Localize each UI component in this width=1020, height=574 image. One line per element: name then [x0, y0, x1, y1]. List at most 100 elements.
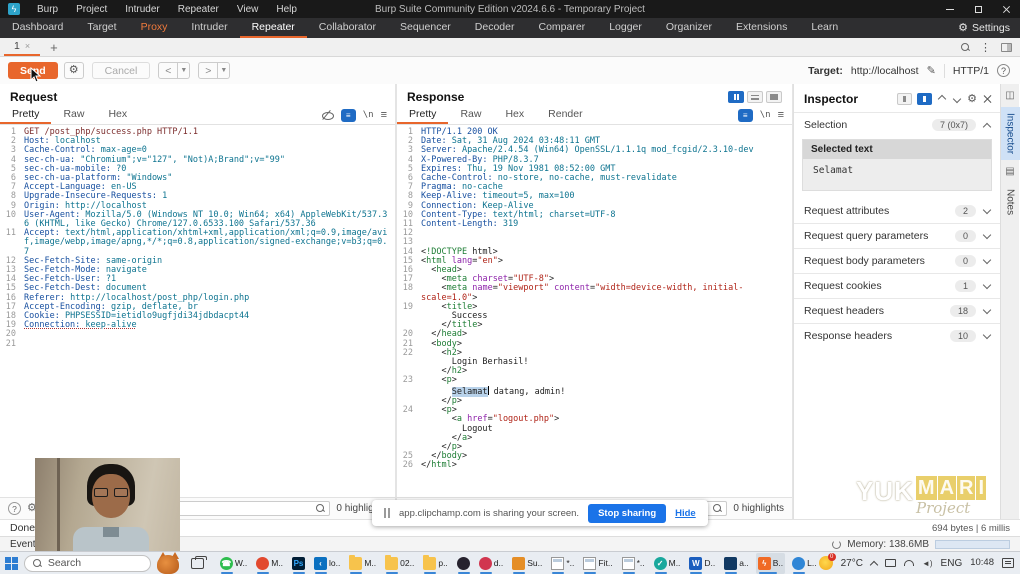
inspector-close-icon[interactable] [982, 94, 992, 104]
taskbar-item-folder-p[interactable]: p.. [421, 553, 449, 574]
rows-layout-icon[interactable] [747, 91, 763, 103]
wifi-icon[interactable] [903, 560, 914, 566]
search-help-icon[interactable]: ? [8, 502, 21, 515]
newline-toggle-icon[interactable]: \n [363, 110, 374, 120]
hide-share-bar-link[interactable]: Hide [675, 508, 696, 519]
response-tab-render[interactable]: Render [536, 106, 594, 124]
tab-target[interactable]: Target [75, 18, 128, 38]
search-icon[interactable] [961, 42, 970, 52]
response-tab-pretty[interactable]: Pretty [397, 106, 449, 124]
minimize-icon[interactable] [936, 0, 964, 18]
stop-sharing-button[interactable]: Stop sharing [588, 503, 667, 523]
tab-collaborator[interactable]: Collaborator [307, 18, 388, 38]
hide-non-printable-icon[interactable] [321, 111, 334, 120]
menu-burp[interactable]: Burp [28, 4, 67, 15]
taskbar-item-mail-app[interactable]: M.. [254, 553, 285, 574]
taskbar-item-burp[interactable]: ϟ B.. [755, 552, 786, 574]
more-options-icon[interactable]: ⋮ [980, 41, 991, 54]
back-dropdown-icon[interactable]: ▼ [178, 62, 191, 79]
inspector-section-request-query-parameters[interactable]: Request query parameters 0 [794, 223, 1000, 248]
side-tab-notes[interactable]: Notes [1001, 183, 1020, 221]
taskbar-item-blue-circle-app[interactable]: L.. [790, 553, 818, 574]
tab-extensions[interactable]: Extensions [724, 18, 799, 38]
send-settings-gear-icon[interactable]: ⚙ [63, 62, 84, 79]
tray-expand-chevron-icon[interactable] [869, 560, 879, 569]
inspector-settings-gear-icon[interactable]: ⚙ [967, 93, 977, 105]
newline-toggle-icon[interactable]: \n [760, 110, 771, 120]
notification-center-icon[interactable] [1002, 558, 1014, 568]
taskbar-item-folder-02[interactable]: 02.. [383, 553, 416, 574]
tab-organizer[interactable]: Organizer [654, 18, 724, 38]
side-tab-inspector[interactable]: Inspector [1000, 107, 1020, 161]
tab-learn[interactable]: Learn [799, 18, 850, 38]
taskbar-item-window-doc-fit[interactable]: Fit.. [581, 553, 614, 574]
inspector-section-request-cookies[interactable]: Request cookies 1 [794, 273, 1000, 298]
collapse-all-icon[interactable] [952, 94, 962, 104]
tab-comparer[interactable]: Comparer [527, 18, 598, 38]
response-editor[interactable]: 1 HTTP/1.1 200 OK 2 Date: Sat, 31 Aug 2024 … [397, 125, 792, 497]
forward-arrow-icon[interactable]: > [198, 62, 219, 79]
clock[interactable]: 10:48 [970, 558, 994, 568]
forward-dropdown-icon[interactable]: ▼ [218, 62, 231, 79]
inspector-section-request-body-parameters[interactable]: Request body parameters 0 [794, 248, 1000, 273]
dock-panel-icon[interactable] [1001, 42, 1012, 52]
cancel-button[interactable]: Cancel [91, 62, 151, 79]
inspector-layout-icon[interactable] [897, 93, 913, 105]
back-arrow-icon[interactable]: < [158, 62, 179, 79]
close-tab-icon[interactable]: × [25, 41, 30, 51]
columns-layout-icon[interactable] [728, 91, 744, 103]
menu-project[interactable]: Project [67, 4, 116, 15]
request-tab-hex[interactable]: Hex [96, 106, 139, 124]
device-icon[interactable] [884, 559, 896, 567]
editor-menu-icon[interactable]: ≡ [381, 109, 387, 121]
history-forward-control[interactable]: > ▼ [198, 62, 231, 79]
add-tab-button[interactable]: + [40, 38, 68, 56]
http-version-selector[interactable]: HTTP/1 [953, 65, 989, 77]
tab-repeater[interactable]: Repeater [239, 18, 307, 38]
taskbar-item-photoshop[interactable]: Ps [290, 553, 307, 574]
expand-all-icon[interactable] [937, 94, 947, 104]
taskbar-item-window-doc-2[interactable]: *.. [620, 553, 647, 574]
tab-intruder[interactable]: Intruder [179, 18, 239, 38]
single-pane-layout-icon[interactable] [766, 91, 782, 103]
taskbar-item-vscode[interactable]: ‹ lo.. [312, 553, 342, 574]
soft-wrap-icon[interactable]: ≡ [340, 108, 356, 122]
inspector-layout-active-icon[interactable] [917, 93, 933, 105]
tab-dashboard[interactable]: Dashboard [0, 18, 75, 38]
task-view-icon[interactable] [190, 555, 207, 569]
menu-view[interactable]: View [228, 4, 268, 15]
volume-icon[interactable]: ◄) [922, 559, 933, 568]
menu-help[interactable]: Help [267, 4, 306, 15]
weather-temp[interactable]: 27°C [841, 558, 863, 569]
tab-proxy[interactable]: Proxy [129, 18, 180, 38]
tab-decoder[interactable]: Decoder [463, 18, 527, 38]
tab-sequencer[interactable]: Sequencer [388, 18, 463, 38]
taskbar-search-box[interactable]: Search [23, 554, 152, 572]
history-back-control[interactable]: < ▼ [158, 62, 191, 79]
request-tab-raw[interactable]: Raw [51, 106, 96, 124]
tab-logger[interactable]: Logger [597, 18, 654, 38]
taskbar-item-word[interactable]: W D.. [687, 553, 717, 574]
request-editor[interactable]: 1 GET /post_php/success.php HTTP/1.1 2 Host… [0, 125, 395, 497]
taskbar-item-check-app[interactable]: ✓ M.. [652, 553, 683, 574]
editor-menu-icon[interactable]: ≡ [778, 109, 784, 121]
refresh-icon[interactable] [832, 539, 842, 549]
edit-target-pencil-icon[interactable]: ✎ [927, 64, 936, 77]
taskbar-item-whatsapp[interactable]: ☎ W.. [218, 553, 249, 574]
menu-repeater[interactable]: Repeater [169, 4, 228, 15]
taskbar-item-orange-app[interactable]: Su.. [510, 553, 544, 574]
response-tab-raw[interactable]: Raw [448, 106, 493, 124]
request-tab-pretty[interactable]: Pretty [0, 106, 52, 124]
maximize-icon[interactable] [964, 0, 992, 18]
taskbar-item-folder-m[interactable]: M.. [347, 553, 378, 574]
close-icon[interactable] [992, 0, 1020, 18]
start-button[interactable] [0, 552, 24, 574]
inspector-section-response-headers[interactable]: Response headers 10 [794, 323, 1000, 348]
repeater-tab-1[interactable]: 1 × [4, 38, 41, 56]
inspector-section-request-headers[interactable]: Request headers 18 [794, 298, 1000, 323]
taskbar-item-red-circle-app[interactable]: d.. [477, 553, 505, 574]
inspector-section-request-attributes[interactable]: Request attributes 2 [794, 199, 1000, 223]
taskbar-item-hexagon-app[interactable] [455, 553, 472, 574]
taskbar-item-navy-app[interactable]: a.. [722, 553, 750, 574]
language-indicator[interactable]: ENG [941, 558, 963, 569]
